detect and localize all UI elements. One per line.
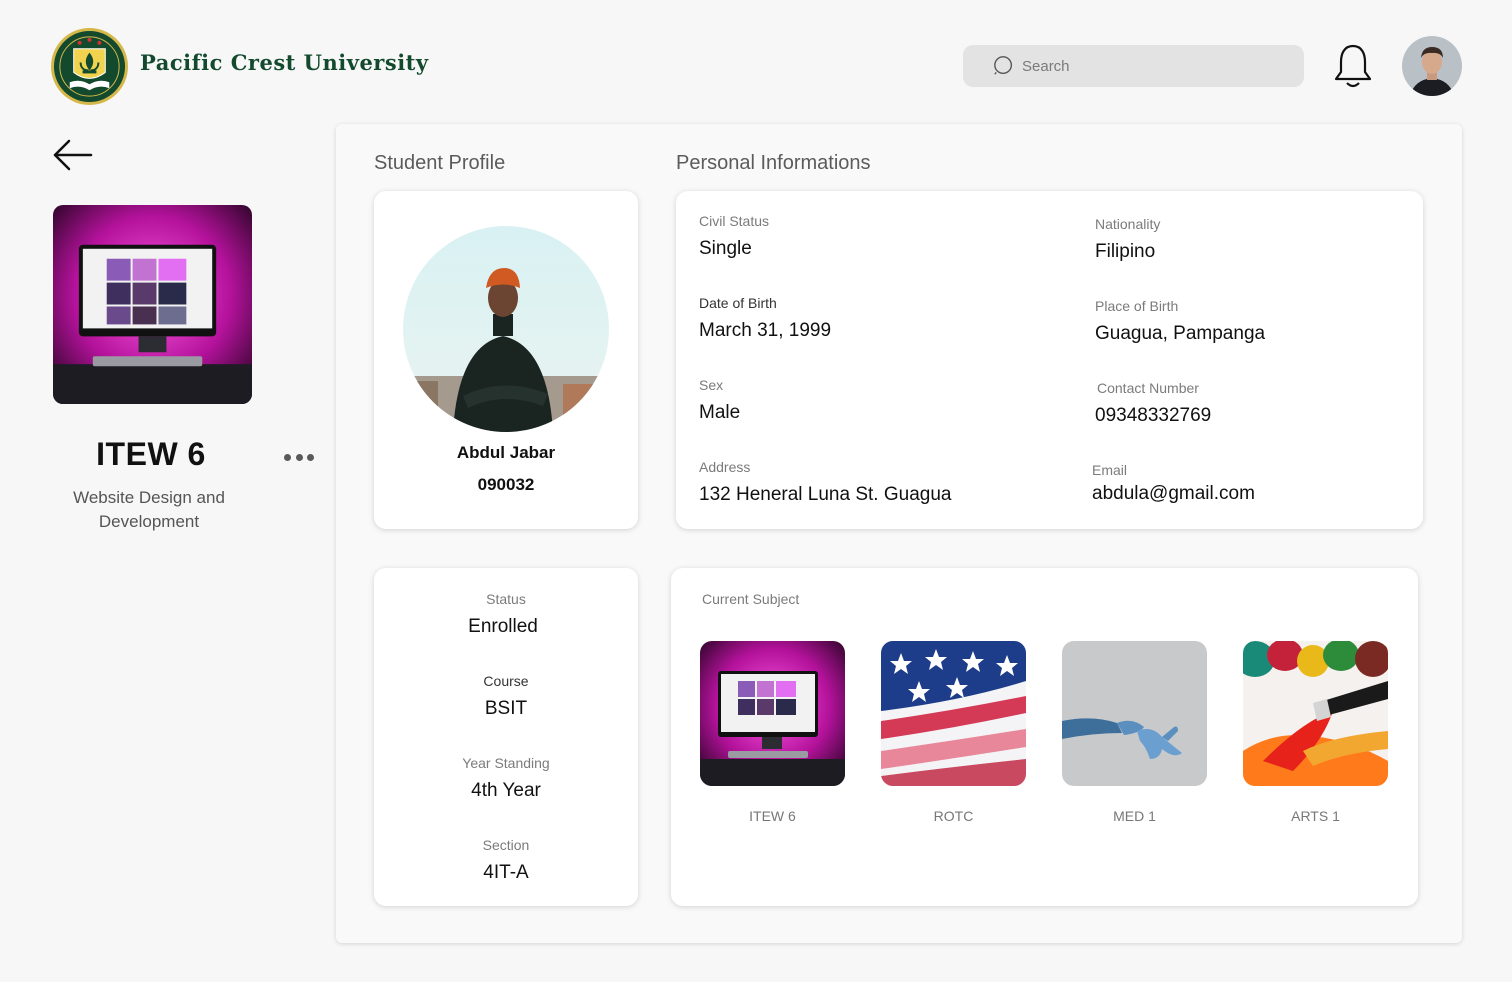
- subject-itew6-thumbnail[interactable]: [700, 641, 845, 786]
- email-value: abdula@gmail.com: [1092, 483, 1255, 504]
- pob-value: Guagua, Pampanga: [1095, 323, 1266, 344]
- status-value: Enrolled: [468, 616, 538, 637]
- subject-rotc-thumbnail[interactable]: [881, 641, 1026, 786]
- student-name: Abdul Jabar: [456, 443, 556, 462]
- main-panel: Student Profile Personal Informations Ab…: [336, 124, 1462, 943]
- email-label: Email: [1092, 462, 1128, 478]
- nationality-value: Filipino: [1095, 241, 1156, 262]
- section-value: 4IT-A: [483, 862, 529, 883]
- subject-label[interactable]: MED 1: [1062, 808, 1207, 824]
- civil-status-value: Single: [699, 238, 752, 259]
- student-profile-card: Abdul Jabar 090032: [374, 191, 638, 529]
- pob-label: Place of Birth: [1095, 298, 1179, 314]
- course-name: Website Design and Development: [73, 488, 225, 531]
- subject-label[interactable]: ITEW 6: [700, 808, 845, 824]
- brand-name: Pacific Crest University: [140, 50, 429, 75]
- subject-label[interactable]: ARTS 1: [1243, 808, 1388, 824]
- course-label: Course: [483, 673, 529, 689]
- status-label: Status: [486, 591, 526, 607]
- year-standing-value: 4th Year: [471, 780, 541, 801]
- section-label: Section: [482, 837, 530, 853]
- address-label: Address: [699, 459, 751, 475]
- subject-med1-thumbnail[interactable]: [1062, 641, 1207, 786]
- dob-value: March 31, 1999: [699, 320, 832, 341]
- nationality-label: Nationality: [1095, 216, 1161, 232]
- contact-value: 09348332769: [1095, 405, 1212, 426]
- enrollment-card: Status Enrolled Course BSIT Year Standin…: [374, 568, 638, 906]
- year-standing-label: Year Standing: [462, 755, 550, 771]
- course-thumbnail[interactable]: [53, 205, 252, 404]
- student-profile-title: Student Profile: [374, 152, 506, 174]
- student-photo: [403, 226, 609, 432]
- university-logo[interactable]: [50, 27, 129, 106]
- personal-info-card: Civil Status Single Nationality Filipino…: [676, 191, 1423, 529]
- current-subject-title: Current Subject: [702, 591, 800, 607]
- sex-value: Male: [699, 402, 741, 423]
- subject-arts1-thumbnail[interactable]: [1243, 641, 1388, 786]
- bell-icon[interactable]: [1333, 42, 1373, 90]
- dob-label: Date of Birth: [699, 295, 777, 311]
- course-code: ITEW 6: [96, 436, 206, 472]
- contact-label: Contact Number: [1097, 380, 1199, 396]
- current-subject-card: Current Subject ITEW 6 ROTC MED 1 ARTS 1: [671, 568, 1418, 906]
- course-value: BSIT: [484, 698, 528, 719]
- student-id: 090032: [477, 475, 535, 494]
- subject-label[interactable]: ROTC: [881, 808, 1026, 824]
- civil-status-label: Civil Status: [699, 213, 770, 229]
- back-arrow-icon[interactable]: [52, 138, 94, 172]
- search-input[interactable]: Search: [1022, 58, 1070, 75]
- address-value: 132 Heneral Luna St. Guagua: [699, 484, 952, 505]
- search-icon: [994, 56, 1013, 75]
- personal-info-title: Personal Informations: [676, 152, 871, 174]
- more-options-icon[interactable]: [284, 449, 314, 465]
- search-bar[interactable]: Search: [963, 45, 1304, 87]
- user-avatar[interactable]: [1402, 36, 1462, 96]
- sex-label: Sex: [699, 377, 724, 393]
